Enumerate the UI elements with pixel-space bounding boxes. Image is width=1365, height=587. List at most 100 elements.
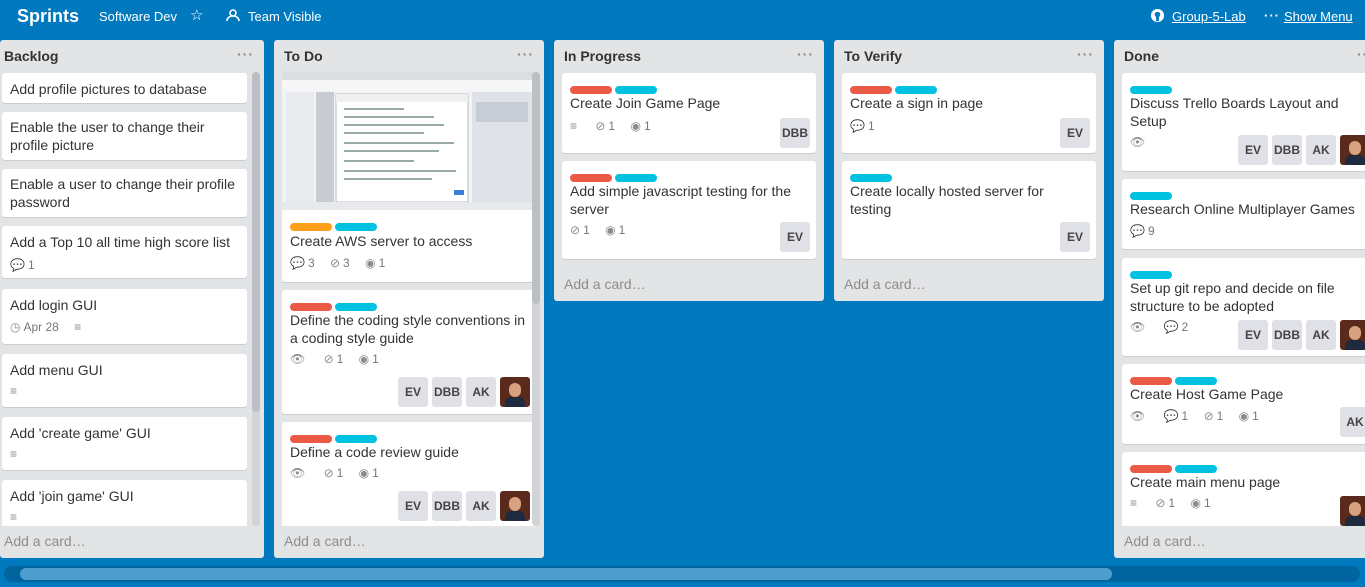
member-avatar[interactable]: EV <box>398 377 428 407</box>
visibility-label[interactable]: Team Visible <box>248 9 321 24</box>
label-teal <box>1175 377 1217 385</box>
member-avatar[interactable]: AK <box>1306 135 1336 165</box>
list-menu-icon[interactable]: ··· <box>517 46 534 62</box>
team-visibility-icon[interactable] <box>226 8 240 22</box>
list-header: In Progress ··· <box>554 40 824 72</box>
card[interactable]: Add profile pictures to database <box>2 73 247 103</box>
board-horizontal-scrollbar[interactable] <box>4 566 1360 582</box>
list-header: Done ··· <box>1114 40 1365 72</box>
list-title[interactable]: In Progress <box>564 48 641 64</box>
show-menu-button[interactable]: Show Menu <box>1284 9 1353 24</box>
member-photo-avatar[interactable] <box>500 377 530 407</box>
eye-icon: 👁 <box>1130 320 1146 334</box>
scrollbar-thumb[interactable] <box>20 568 1112 580</box>
member-avatar[interactable]: EV <box>398 491 428 521</box>
member-photo-avatar[interactable] <box>500 491 530 521</box>
member-photo-avatar[interactable] <box>1340 135 1365 165</box>
add-card-button[interactable]: Add a card… <box>284 533 366 549</box>
card-labels <box>850 81 940 94</box>
github-icon: ◉ <box>630 119 641 133</box>
card[interactable]: Define a code review guide 👁 ⊘ 1 ◉ 1 EV DBB… <box>282 422 536 526</box>
list-title[interactable]: Done <box>1124 48 1159 64</box>
member-avatar[interactable]: EV <box>1060 118 1090 148</box>
card[interactable]: Enable a user to change their profile pa… <box>2 169 247 217</box>
card[interactable]: Create a sign in page 💬 1 EV <box>842 73 1096 153</box>
list-scrollbar[interactable] <box>532 72 540 526</box>
card-title: Set up git repo and decide on file struc… <box>1130 280 1335 314</box>
list-title[interactable]: Backlog <box>4 48 58 64</box>
card[interactable]: Add menu GUI ≡ <box>2 354 247 407</box>
card-list: Create Join Game Page ≡ ⊘ 1 ◉ 1 DBB Add si… <box>554 72 824 269</box>
card-badges: 👁 💬 2 <box>1130 320 1200 334</box>
list-title[interactable]: To Do <box>284 48 323 64</box>
list-menu-icon[interactable]: ··· <box>1357 46 1365 62</box>
card[interactable]: Add simple javascript testing for the se… <box>562 161 816 259</box>
github-icon: ◉ <box>1190 496 1201 510</box>
board-title[interactable]: Sprints <box>17 6 79 27</box>
card-badges: 👁 ⊘ 1 ◉ 1 <box>290 352 391 366</box>
label-red <box>570 174 612 182</box>
member-avatar[interactable]: DBB <box>432 377 462 407</box>
github-repo-link[interactable]: Group-5-Lab <box>1172 9 1246 24</box>
card[interactable]: Add 'join game' GUI ≡ <box>2 480 247 526</box>
attachment-icon: ⊘ <box>1155 496 1166 510</box>
label-red <box>1130 465 1172 473</box>
member-photo-avatar[interactable] <box>1340 320 1365 350</box>
card[interactable]: Add 'create game' GUI ≡ <box>2 417 247 470</box>
card[interactable]: Add a Top 10 all time high score list 💬 1 <box>2 226 247 278</box>
card[interactable]: Create AWS server to access 💬 3 ⊘ 3 ◉ 1 <box>282 72 536 282</box>
label-teal <box>1175 465 1217 473</box>
member-avatar[interactable]: EV <box>780 222 810 252</box>
member-photo-avatar[interactable] <box>1340 496 1365 526</box>
card[interactable]: Create Join Game Page ≡ ⊘ 1 ◉ 1 DBB <box>562 73 816 153</box>
github-icon: ◉ <box>365 256 376 270</box>
list-scrollbar[interactable] <box>252 72 260 526</box>
github-icon: ◉ <box>1238 409 1250 423</box>
member-avatar[interactable]: DBB <box>432 491 462 521</box>
add-card-button[interactable]: Add a card… <box>564 276 646 292</box>
member-avatar[interactable]: AK <box>466 377 496 407</box>
add-card-button[interactable]: Add a card… <box>844 276 926 292</box>
card[interactable]: Create main menu page ≡ ⊘ 1 ◉ 1 <box>1122 452 1365 526</box>
more-icon[interactable]: ··· <box>1264 8 1280 23</box>
card[interactable]: Create locally hosted server for testing… <box>842 161 1096 259</box>
card-members: EV <box>776 222 810 252</box>
list-title[interactable]: To Verify <box>844 48 902 64</box>
member-avatar[interactable]: AK <box>1306 320 1336 350</box>
card[interactable]: Set up git repo and decide on file struc… <box>1122 258 1365 356</box>
github-count: 1 <box>1252 409 1259 423</box>
label-teal <box>335 303 377 311</box>
comment-count: 9 <box>1147 224 1155 238</box>
member-avatar[interactable]: EV <box>1060 222 1090 252</box>
member-avatar[interactable]: EV <box>1238 135 1268 165</box>
card-labels <box>290 218 380 231</box>
card[interactable]: Create Host Game Page 👁 💬 1 ⊘ 1 ◉ 1 AK <box>1122 364 1365 444</box>
attachment-count: 1 <box>608 119 616 133</box>
add-card-button[interactable]: Add a card… <box>4 533 86 549</box>
list-menu-icon[interactable]: ··· <box>237 46 254 62</box>
card[interactable]: Enable the user to change their profile … <box>2 112 247 160</box>
member-avatar[interactable]: DBB <box>1272 135 1302 165</box>
team-name[interactable]: Software Dev <box>99 9 177 24</box>
add-card-button[interactable]: Add a card… <box>1124 533 1206 549</box>
list-menu-icon[interactable]: ··· <box>1077 46 1094 62</box>
comment-icon: 💬 <box>1163 409 1179 423</box>
card[interactable]: Add login GUI ◷ Apr 28 ≡ <box>2 289 247 344</box>
comment-icon: 💬 <box>290 256 305 270</box>
card[interactable]: Research Online Multiplayer Games 💬 9 <box>1122 179 1365 249</box>
star-icon[interactable]: ☆ <box>190 6 203 24</box>
member-avatar[interactable]: AK <box>466 491 496 521</box>
card[interactable]: Define the coding style conventions in a… <box>282 290 536 414</box>
member-avatar[interactable]: DBB <box>1272 320 1302 350</box>
list-menu-icon[interactable]: ··· <box>797 46 814 62</box>
card-labels <box>1130 81 1175 94</box>
member-avatar[interactable]: AK <box>1340 407 1365 437</box>
member-avatar[interactable]: EV <box>1238 320 1268 350</box>
list-done: Done ··· Discuss Trello Boards Layout an… <box>1114 40 1365 558</box>
member-avatar[interactable]: DBB <box>780 118 810 148</box>
card[interactable]: Discuss Trello Boards Layout and Setup 👁… <box>1122 73 1365 171</box>
card-badges: ≡ ⊘ 1 ◉ 1 <box>570 119 663 133</box>
github-icon[interactable] <box>1150 8 1165 23</box>
card-badges: ≡ <box>10 510 32 524</box>
card-members <box>1336 496 1365 526</box>
